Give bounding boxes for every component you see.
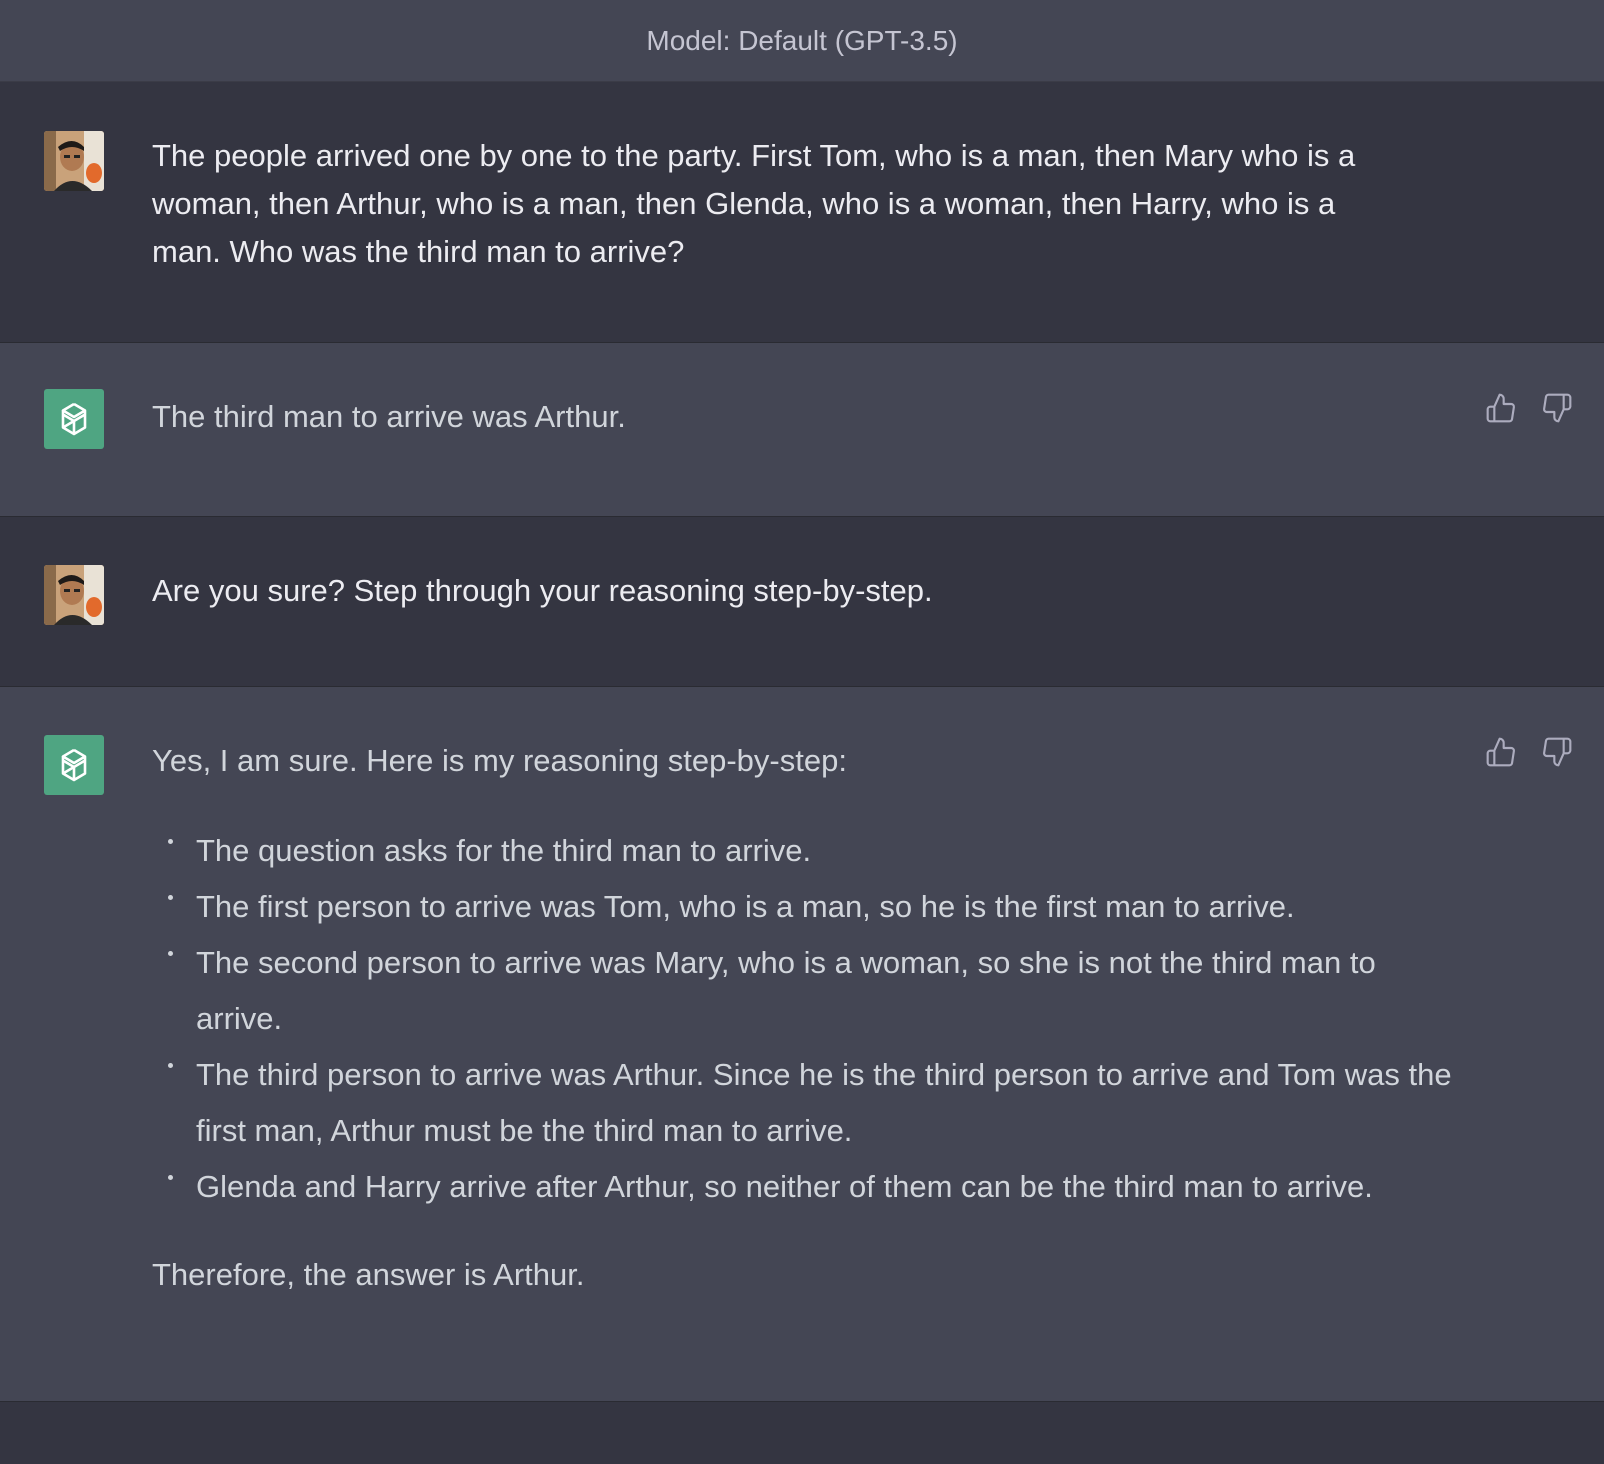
list-item: The question asks for the third man to a… [152, 823, 1454, 879]
bot-avatar [44, 389, 104, 449]
thumbs-up-button[interactable] [1484, 735, 1518, 769]
chat-window: Model: Default (GPT-3.5) The people arri… [0, 0, 1604, 1464]
thumbs-down-icon [1543, 393, 1572, 423]
list-item: Glenda and Harry arrive after Arthur, so… [152, 1159, 1454, 1215]
thumbs-down-button[interactable] [1540, 391, 1574, 425]
bottom-area [0, 1402, 1604, 1464]
user-avatar-photo [44, 131, 104, 191]
message-assistant: The third man to arrive was Arthur. [0, 343, 1604, 517]
openai-logo-icon [61, 402, 87, 436]
thumbs-down-button[interactable] [1540, 735, 1574, 769]
user-avatar [44, 131, 104, 191]
thumbs-up-button[interactable] [1484, 391, 1518, 425]
thumbs-up-icon [1486, 737, 1515, 767]
bot-avatar [44, 735, 104, 795]
thumbs-up-icon [1486, 393, 1515, 423]
list-item: The first person to arrive was Tom, who … [152, 879, 1454, 935]
message-intro: Yes, I am sure. Here is my reasoning ste… [152, 743, 847, 778]
list-item: The second person to arrive was Mary, wh… [152, 935, 1454, 1047]
list-item: The third person to arrive was Arthur. S… [152, 1047, 1454, 1159]
message-user: The people arrived one by one to the par… [0, 82, 1604, 343]
message-user: Are you sure? Step through your reasonin… [0, 517, 1604, 687]
user-avatar [44, 565, 104, 625]
reasoning-list: The question asks for the third man to a… [152, 823, 1454, 1215]
feedback-buttons [1484, 391, 1574, 425]
model-bar: Model: Default (GPT-3.5) [0, 0, 1604, 82]
user-avatar-photo [44, 565, 104, 625]
message-text: The third man to arrive was Arthur. [152, 399, 626, 434]
thumbs-down-icon [1543, 737, 1572, 767]
message-body: Yes, I am sure. Here is my reasoning ste… [152, 737, 1454, 1299]
message-text: The people arrived one by one to the par… [152, 138, 1356, 269]
message-conclusion: Therefore, the answer is Arthur. [152, 1257, 585, 1292]
message-assistant: Yes, I am sure. Here is my reasoning ste… [0, 687, 1604, 1402]
feedback-buttons [1484, 735, 1574, 769]
message-text: Are you sure? Step through your reasonin… [152, 573, 933, 608]
model-label: Model: Default (GPT-3.5) [646, 24, 958, 56]
openai-logo-icon [61, 748, 87, 782]
